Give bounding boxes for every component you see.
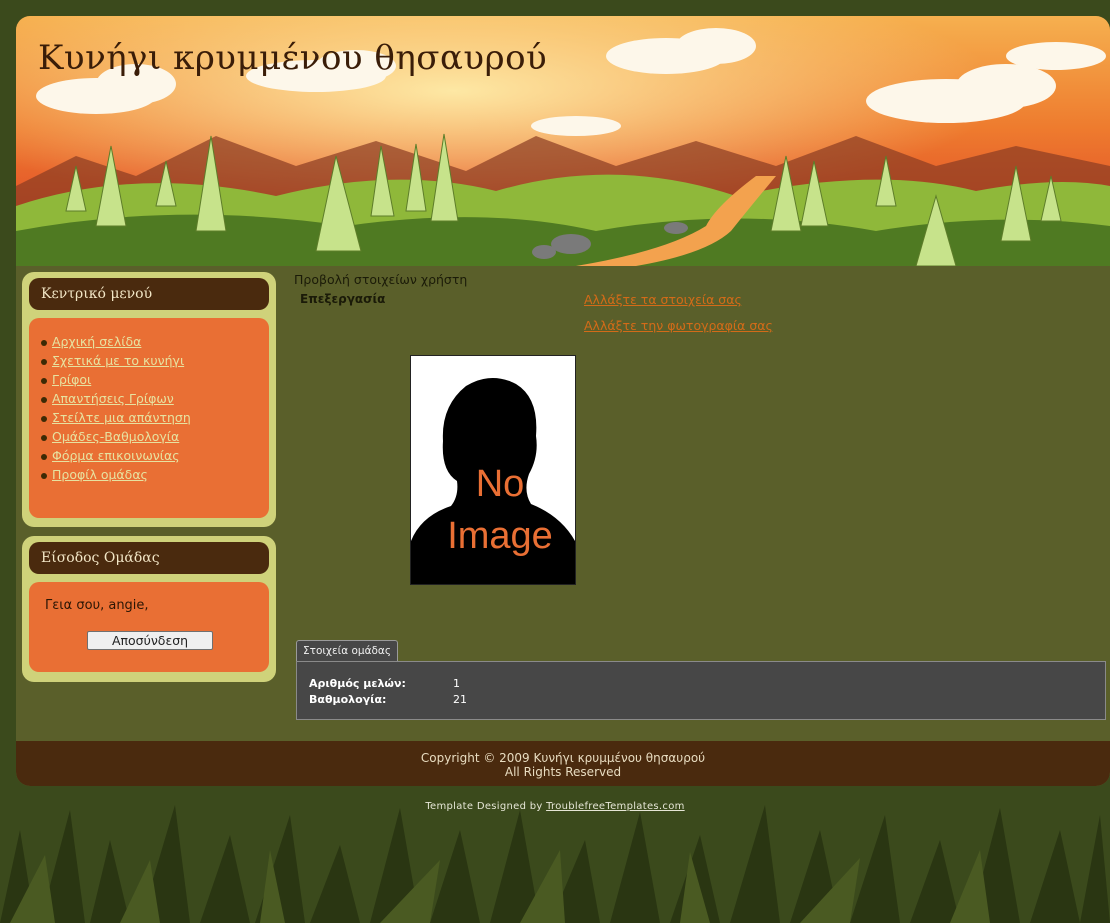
edit-heading: Επεξεργασία xyxy=(300,292,386,306)
menu-link-riddle-answers[interactable]: Απαντήσεις Γρίφων xyxy=(52,391,174,406)
members-value: 1 xyxy=(453,677,460,690)
page-container: Κυνήγι κρυμμένου θησαυρού Κεντρικό μενού… xyxy=(16,16,1110,786)
menu-link-teams-score[interactable]: Ομάδες-Βαθμολογία xyxy=(52,429,179,444)
profile-photo: No Image xyxy=(410,355,576,585)
score-label: Βαθμολογία: xyxy=(309,693,387,706)
menu-link-team-profile[interactable]: Προφίλ ομάδας xyxy=(52,467,148,482)
menu-item: Απαντήσεις Γρίφων xyxy=(41,389,259,408)
menu-item: Αρχική σελίδα xyxy=(41,332,259,351)
main-menu-body: Αρχική σελίδα Σχετικά με το κυνήγι Γρίφο… xyxy=(29,318,269,518)
team-details-panel: Αριθμός μελών: 1 Βαθμολογία: 21 xyxy=(296,661,1106,720)
bullet-icon xyxy=(41,472,47,479)
team-login-title: Είσοδος Ομάδας xyxy=(29,542,269,574)
menu-item: Στείλτε μια απάντηση xyxy=(41,408,259,427)
menu-item: Προφίλ ομάδας xyxy=(41,465,259,484)
site-title: Κυνήγι κρυμμένου θησαυρού xyxy=(38,38,548,78)
view-user-details-heading: Προβολή στοιχείων χρήστη xyxy=(294,272,468,287)
main-menu-title: Κεντρικό μενού xyxy=(29,278,269,310)
menu-item: Γρίφοι xyxy=(41,370,259,389)
main-content: Προβολή στοιχείων χρήστη Επεξεργασία Αλλ… xyxy=(294,272,1106,732)
footer: Copyright © 2009 Κυνήγι κρυμμένου θησαυρ… xyxy=(16,741,1110,786)
rights-text: All Rights Reserved xyxy=(504,765,622,779)
menu-item: Φόρμα επικοινωνίας xyxy=(41,446,259,465)
bullet-icon xyxy=(41,377,47,384)
menu-link-riddles[interactable]: Γρίφοι xyxy=(52,372,91,387)
bullet-icon xyxy=(41,339,47,346)
team-login-body: Γεια σου, angie, Αποσύνδεση xyxy=(29,582,269,672)
change-details-link[interactable]: Αλλάξτε τα στοιχεία σας xyxy=(584,292,742,307)
menu-link-home[interactable]: Αρχική σελίδα xyxy=(52,334,141,349)
bullet-icon xyxy=(41,453,47,460)
greeting-text: Γεια σου, angie, xyxy=(45,598,149,613)
menu-link-contact-form[interactable]: Φόρμα επικοινωνίας xyxy=(52,448,180,463)
score-value: 21 xyxy=(453,693,467,706)
stat-row-score: Βαθμολογία: 21 xyxy=(309,692,1105,708)
menu-item: Ομάδες-Βαθμολογία xyxy=(41,427,259,446)
tab-team-details[interactable]: Στοιχεία ομάδας xyxy=(296,640,399,662)
team-login-box: Είσοδος Ομάδας Γεια σου, angie, Αποσύνδε… xyxy=(22,536,276,682)
main-menu: Αρχική σελίδα Σχετικά με το κυνήγι Γρίφο… xyxy=(41,332,259,484)
logout-button[interactable]: Αποσύνδεση xyxy=(87,631,213,650)
credit-link[interactable]: TroublefreeTemplates.com xyxy=(546,801,685,812)
members-label: Αριθμός μελών: xyxy=(309,677,406,690)
menu-link-send-answer[interactable]: Στείλτε μια απάντηση xyxy=(52,410,191,425)
bullet-icon xyxy=(41,396,47,403)
no-image-text-line1: No xyxy=(476,463,525,505)
menu-item: Σχετικά με το κυνήγι xyxy=(41,351,259,370)
copyright-text: Copyright © 2009 Κυνήγι κρυμμένου θησαυρ… xyxy=(420,751,706,765)
bullet-icon xyxy=(41,358,47,365)
bullet-icon xyxy=(41,434,47,441)
menu-link-about[interactable]: Σχετικά με το κυνήγι xyxy=(52,353,184,368)
bullet-icon xyxy=(41,415,47,422)
no-image-text-line2: Image xyxy=(447,515,553,557)
change-photo-link[interactable]: Αλλάξτε την φωτογραφία σας xyxy=(584,318,773,333)
credit-prefix: Template Designed by xyxy=(425,801,543,812)
stat-row-members: Αριθμός μελών: 1 xyxy=(309,676,1105,692)
no-image-placeholder: No Image xyxy=(411,356,575,584)
template-credit: Template Designed by TroublefreeTemplate… xyxy=(0,801,1110,812)
main-menu-box: Κεντρικό μενού Αρχική σελίδα Σχετικά με … xyxy=(22,272,276,527)
